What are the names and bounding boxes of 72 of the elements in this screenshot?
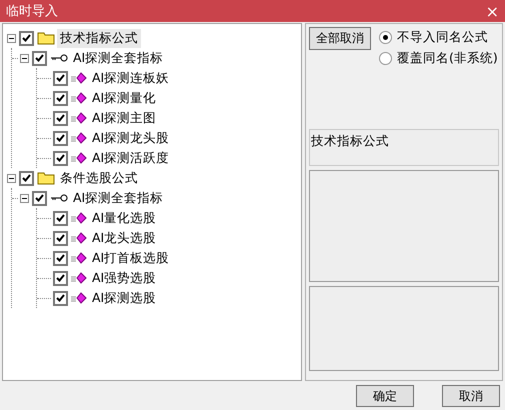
check-icon: [56, 274, 65, 282]
tree-checkbox[interactable]: [53, 210, 68, 226]
formula-icon: [71, 112, 87, 124]
check-icon: [35, 54, 44, 62]
tree-checkbox[interactable]: [19, 30, 34, 46]
check-icon: [56, 214, 65, 222]
formula-icon: [71, 212, 87, 224]
tree-item[interactable]: AI探测全套指标: [70, 188, 166, 208]
tree-item[interactable]: AI探测活跃度: [89, 148, 172, 168]
tree-checkbox[interactable]: [32, 50, 47, 66]
check-icon: [56, 254, 65, 262]
check-icon: [35, 194, 44, 202]
tree-item[interactable]: 技术指标公式: [57, 28, 141, 48]
check-icon: [22, 34, 31, 42]
tree-item[interactable]: AI强势选股: [89, 268, 160, 288]
tree-checkbox[interactable]: [53, 230, 68, 246]
formula-icon: [71, 72, 87, 84]
tree-item[interactable]: AI探测龙头股: [89, 128, 172, 148]
formula-icon: [71, 252, 87, 264]
radio-button[interactable]: [379, 31, 392, 44]
tree-item[interactable]: AI打首板选股: [89, 248, 172, 268]
folder-icon: [37, 171, 55, 185]
tree-checkbox[interactable]: [32, 190, 47, 206]
formula-icon: [71, 92, 87, 104]
tree-checkbox[interactable]: [19, 170, 34, 186]
tree-item[interactable]: 条件选股公式: [57, 168, 141, 188]
close-button[interactable]: ×: [486, 2, 499, 20]
check-icon: [56, 234, 65, 242]
check-icon: [56, 114, 65, 122]
tree-item[interactable]: AI探测选股: [89, 288, 160, 308]
tree-checkbox[interactable]: [53, 90, 68, 106]
check-icon: [56, 74, 65, 82]
radio-button[interactable]: [379, 52, 392, 65]
tree-item[interactable]: AI量化选股: [89, 208, 160, 228]
check-icon: [56, 154, 65, 162]
cancel-button[interactable]: 取消: [442, 384, 500, 406]
tree-checkbox[interactable]: [53, 290, 68, 306]
tree-item[interactable]: AI探测量化: [89, 88, 160, 108]
radio-option[interactable]: 不导入同名公式: [379, 29, 498, 46]
check-icon: [56, 294, 65, 302]
collapse-toggle[interactable]: [20, 54, 29, 62]
key-icon: [50, 53, 68, 63]
tree-checkbox[interactable]: [53, 130, 68, 146]
tree-item[interactable]: AI探测全套指标: [70, 48, 166, 68]
collapse-toggle[interactable]: [7, 34, 16, 42]
category-box: 技术指标公式: [309, 129, 499, 166]
formula-icon: [71, 132, 87, 144]
ok-button[interactable]: 确定: [356, 384, 414, 406]
tree-item[interactable]: AI龙头选股: [89, 228, 160, 248]
tree-checkbox[interactable]: [53, 270, 68, 286]
collapse-toggle[interactable]: [20, 194, 29, 202]
radio-option[interactable]: 覆盖同名(非系统): [379, 50, 498, 67]
check-icon: [56, 134, 65, 142]
tree-item[interactable]: AI探测连板妖: [89, 68, 172, 88]
tree-checkbox[interactable]: [53, 110, 68, 126]
tree-checkbox[interactable]: [53, 150, 68, 166]
window-title: 临时导入: [6, 3, 58, 20]
formula-icon: [71, 232, 87, 244]
tree-item[interactable]: AI探测主图: [89, 108, 160, 128]
folder-icon: [37, 31, 55, 45]
tree-checkbox[interactable]: [53, 70, 68, 86]
formula-icon: [71, 152, 87, 164]
key-icon: [50, 193, 68, 203]
collapse-toggle[interactable]: [7, 174, 16, 182]
radio-label: 不导入同名公式: [397, 29, 488, 46]
check-icon: [56, 94, 65, 102]
radio-label: 覆盖同名(非系统): [397, 50, 498, 67]
deselect-all-button[interactable]: 全部取消: [309, 27, 371, 50]
tree-checkbox[interactable]: [53, 250, 68, 266]
formula-icon: [71, 292, 87, 304]
check-icon: [22, 174, 31, 182]
formula-icon: [71, 272, 87, 284]
